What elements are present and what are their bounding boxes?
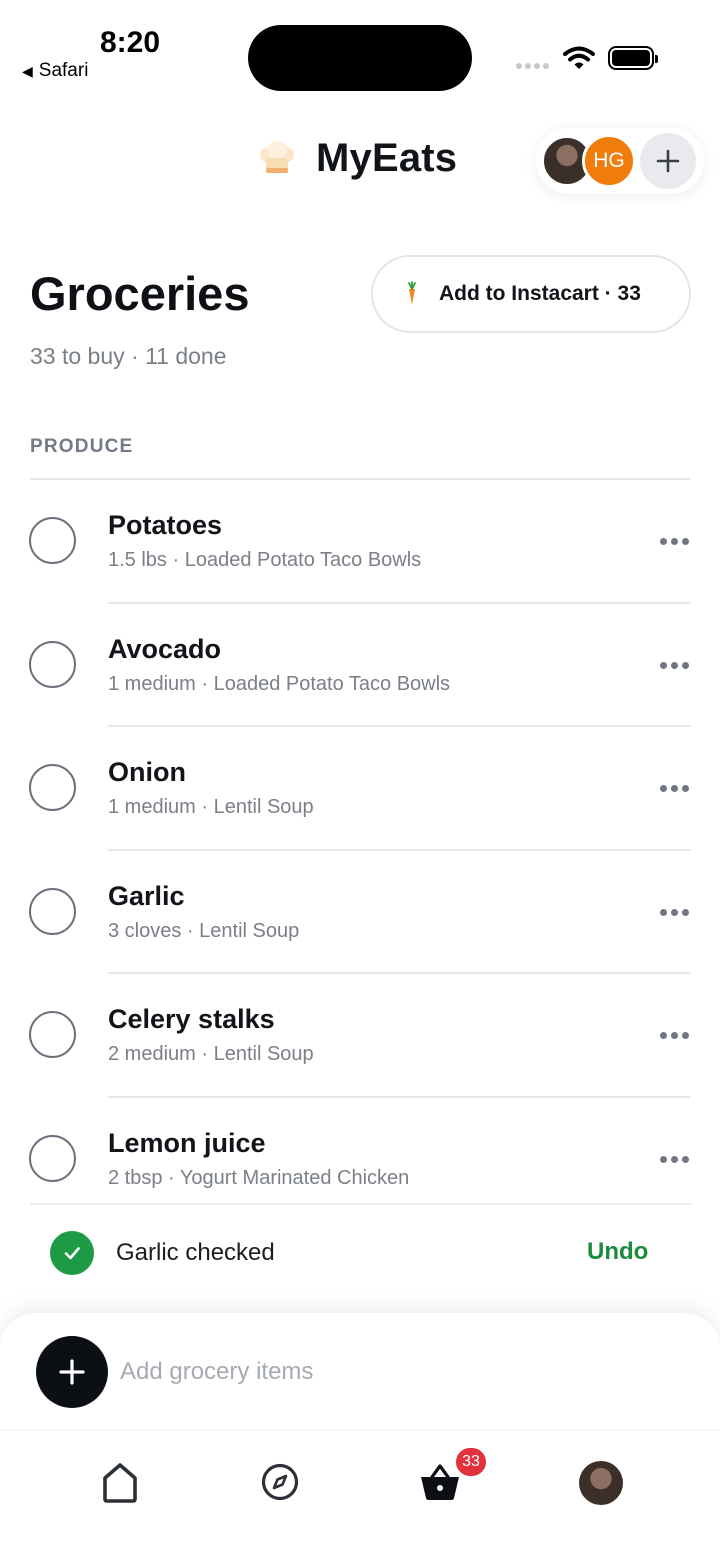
home-icon [103,1463,137,1503]
item-name: Celery stalks [108,1004,275,1035]
grocery-list: Potatoes 1.5 lbs · Loaded Potato Taco Bo… [0,480,720,1204]
item-checkbox[interactable] [29,764,76,812]
cellular-signal-icon [516,63,549,69]
item-name: Avocado [108,633,222,664]
item-meta: 1 medium · Lentil Soup [108,796,314,819]
item-checkbox[interactable] [29,640,76,688]
page-title: Groceries [30,267,250,320]
more-icon[interactable] [660,785,689,793]
more-icon[interactable] [660,1155,689,1163]
more-icon[interactable] [660,661,689,669]
item-name: Garlic [108,880,185,911]
more-icon[interactable] [660,1032,689,1040]
add-to-instacart-button[interactable]: Add to Instacart · 33 [371,255,691,333]
item-meta: 1.5 lbs · Loaded Potato Taco Bowls [108,549,422,571]
dynamic-island [248,25,472,91]
tab-discover[interactable] [258,1460,302,1504]
item-name: Potatoes [108,510,223,540]
list-item[interactable]: Lemon juice 2 tbsp · Yogurt Marinated Ch… [0,1098,720,1204]
tab-profile-avatar[interactable] [579,1461,623,1505]
toast-divider [30,1203,691,1205]
item-checkbox[interactable] [29,1134,76,1182]
wifi-icon [563,46,595,69]
section-title-produce: PRODUCE [30,436,134,457]
back-triangle-icon: ◀ [22,62,33,79]
compass-icon [261,1463,299,1501]
battery-icon [608,46,658,70]
page-subtitle: 33 to buy · 11 done [30,343,227,369]
more-icon[interactable] [660,538,689,545]
item-meta: 2 tbsp · Yogurt Marinated Chicken [108,1166,410,1189]
add-item-button[interactable] [36,1336,108,1408]
add-grocery-input[interactable] [120,1350,680,1394]
add-collaborator-button[interactable] [640,133,696,189]
toast-message: Garlic checked [116,1239,275,1266]
item-meta: 1 medium · Loaded Potato Taco Bowls [108,672,451,695]
item-name: Lemon juice [108,1127,266,1158]
carrot-icon [408,281,416,305]
instacart-label: Add to Instacart · 33 [439,282,641,305]
more-icon[interactable] [660,908,689,916]
list-item[interactable]: Avocado 1 medium · Loaded Potato Taco Bo… [0,604,720,728]
chef-hat-icon [260,140,294,173]
list-item[interactable]: Garlic 3 cloves · Lentil Soup [0,851,720,975]
check-icon [50,1231,94,1275]
plus-icon [656,149,680,173]
item-checkbox[interactable] [29,1011,76,1059]
item-meta: 2 medium · Lentil Soup [108,1043,314,1066]
collaborators-group[interactable]: HG [536,128,704,194]
back-to-app[interactable]: ◀ Safari [22,60,88,82]
brand: MyEats [256,136,457,181]
collaborator-avatar-initials[interactable]: HG [582,134,636,188]
status-time: 8:20 [100,26,161,59]
item-checkbox[interactable] [29,517,76,564]
list-item[interactable]: Potatoes 1.5 lbs · Loaded Potato Taco Bo… [0,480,720,604]
item-checkbox[interactable] [29,887,76,935]
undo-button[interactable]: Undo [587,1238,648,1266]
plus-icon [59,1359,85,1385]
list-item[interactable]: Celery stalks 2 medium · Lentil Soup [0,974,720,1098]
item-name: Onion [108,757,186,788]
list-item[interactable]: Onion 1 medium · Lentil Soup [0,727,720,851]
tab-home[interactable] [98,1460,142,1504]
item-meta: 3 cloves · Lentil Soup [108,919,300,942]
brand-name: MyEats [316,136,458,180]
cart-count-badge: 33 [454,1446,488,1478]
back-app-label: Safari [38,60,89,81]
